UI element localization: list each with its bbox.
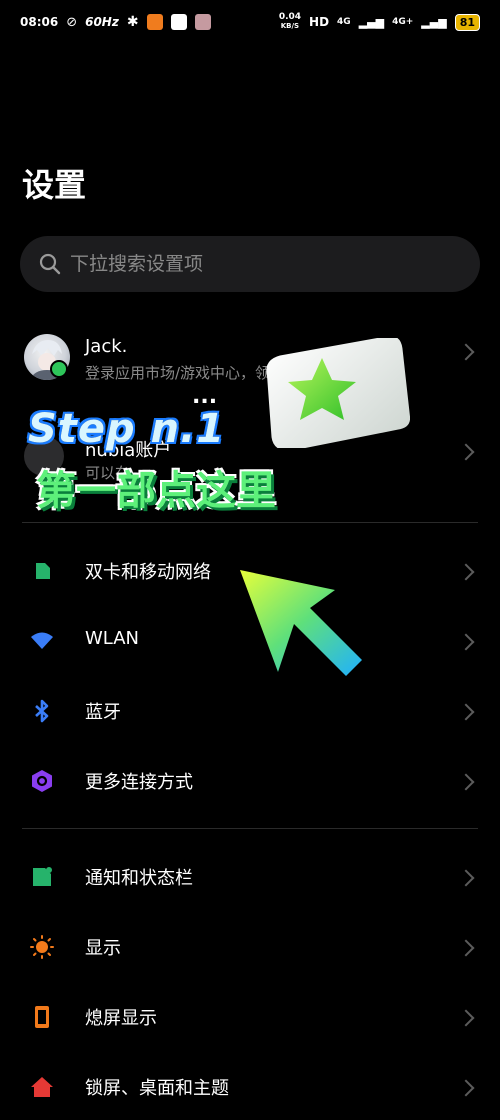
overlay-main-text: 第一部点这里: [36, 468, 276, 514]
signal-1: 4G: [337, 17, 351, 27]
chevron-right-icon: [457, 703, 475, 721]
settings-item-aod[interactable]: 熄屏显示: [0, 984, 500, 1050]
settings-item-lockscreen-theme[interactable]: 锁屏、桌面和主题: [0, 1054, 500, 1120]
refresh-rate: 60Hz: [85, 15, 119, 29]
notification-icon: [33, 867, 52, 886]
settings-item-label: 通知和状态栏: [85, 868, 193, 889]
star-card-sticker: [266, 338, 410, 448]
settings-item-more-connections[interactable]: 更多连接方式: [0, 748, 500, 814]
net-speed: 0.04 KB/S: [279, 13, 301, 31]
avatar-notification-icon: [194, 14, 211, 30]
bluetooth-icon: [35, 699, 49, 723]
app-notification-icon: [146, 14, 163, 30]
chevron-right-icon: [457, 1009, 475, 1027]
section-divider: [22, 522, 478, 523]
section-divider: [22, 828, 478, 829]
chevron-right-icon: [457, 939, 475, 957]
settings-item-label: 更多连接方式: [85, 772, 193, 793]
chevron-right-icon: [457, 633, 475, 651]
hexagon-icon: [32, 770, 52, 792]
bluetooth-status-icon: ✱: [126, 14, 139, 30]
settings-item-label: 显示: [85, 938, 121, 959]
signal-2: 4G+: [392, 17, 414, 27]
search-icon: [39, 253, 61, 275]
status-left: 08:06 ⊘ 60Hz ✱: [20, 14, 211, 30]
home-icon: [31, 1077, 53, 1097]
net-speed-value: 0.04: [278, 12, 302, 22]
settings-item-display[interactable]: 显示: [0, 914, 500, 980]
hd-indicator: HD: [309, 15, 330, 29]
play-store-icon: [170, 14, 187, 30]
account-row[interactable]: Jack. 登录应用市场/游戏中心，领: [0, 334, 500, 414]
settings-item-label: 熄屏显示: [85, 1008, 157, 1029]
settings-item-label: 蓝牙: [85, 702, 121, 723]
wifi-icon: [31, 632, 53, 649]
chevron-right-icon: [457, 563, 475, 581]
pointer-arrow-icon: [240, 570, 362, 676]
settings-item-label: WLAN: [85, 628, 140, 649]
search-input[interactable]: [68, 252, 452, 276]
sim-card-icon: [36, 563, 50, 579]
overlay-step-text: Step n.1: [28, 406, 226, 452]
wechat-badge-icon: [50, 360, 68, 378]
chevron-right-icon: [457, 443, 475, 461]
settings-item-label: 双卡和移动网络: [85, 562, 211, 583]
chevron-right-icon: [457, 773, 475, 791]
clock: 08:06: [20, 15, 59, 29]
account-subtitle: 登录应用市场/游戏中心，领: [85, 364, 271, 382]
status-right: 0.04 KB/S HD 4G ▂▄▆ 4G+ ▂▄▆ 81: [279, 13, 480, 31]
chevron-right-icon: [457, 343, 475, 361]
mute-icon: ⊘: [66, 14, 78, 30]
sun-icon: [30, 935, 54, 959]
search-bar[interactable]: [20, 236, 480, 292]
page-title: 设置: [22, 166, 87, 204]
account-name: Jack.: [85, 336, 128, 357]
settings-item-label: 锁屏、桌面和主题: [85, 1078, 229, 1099]
signal-bars-icon: ▂▄▆: [421, 15, 447, 29]
settings-item-notifications[interactable]: 通知和状态栏: [0, 844, 500, 910]
signal-bars-icon: ▂▄▆: [358, 15, 385, 29]
battery-indicator: 81: [454, 13, 480, 31]
chevron-right-icon: [457, 869, 475, 887]
net-speed-unit: KB/S: [280, 22, 300, 30]
screen-off-icon: [35, 1006, 49, 1028]
status-bar: 08:06 ⊘ 60Hz ✱ 0.04 KB/S HD 4G ▂▄▆ 4G+ ▂…: [0, 0, 500, 44]
chevron-right-icon: [457, 1079, 475, 1097]
